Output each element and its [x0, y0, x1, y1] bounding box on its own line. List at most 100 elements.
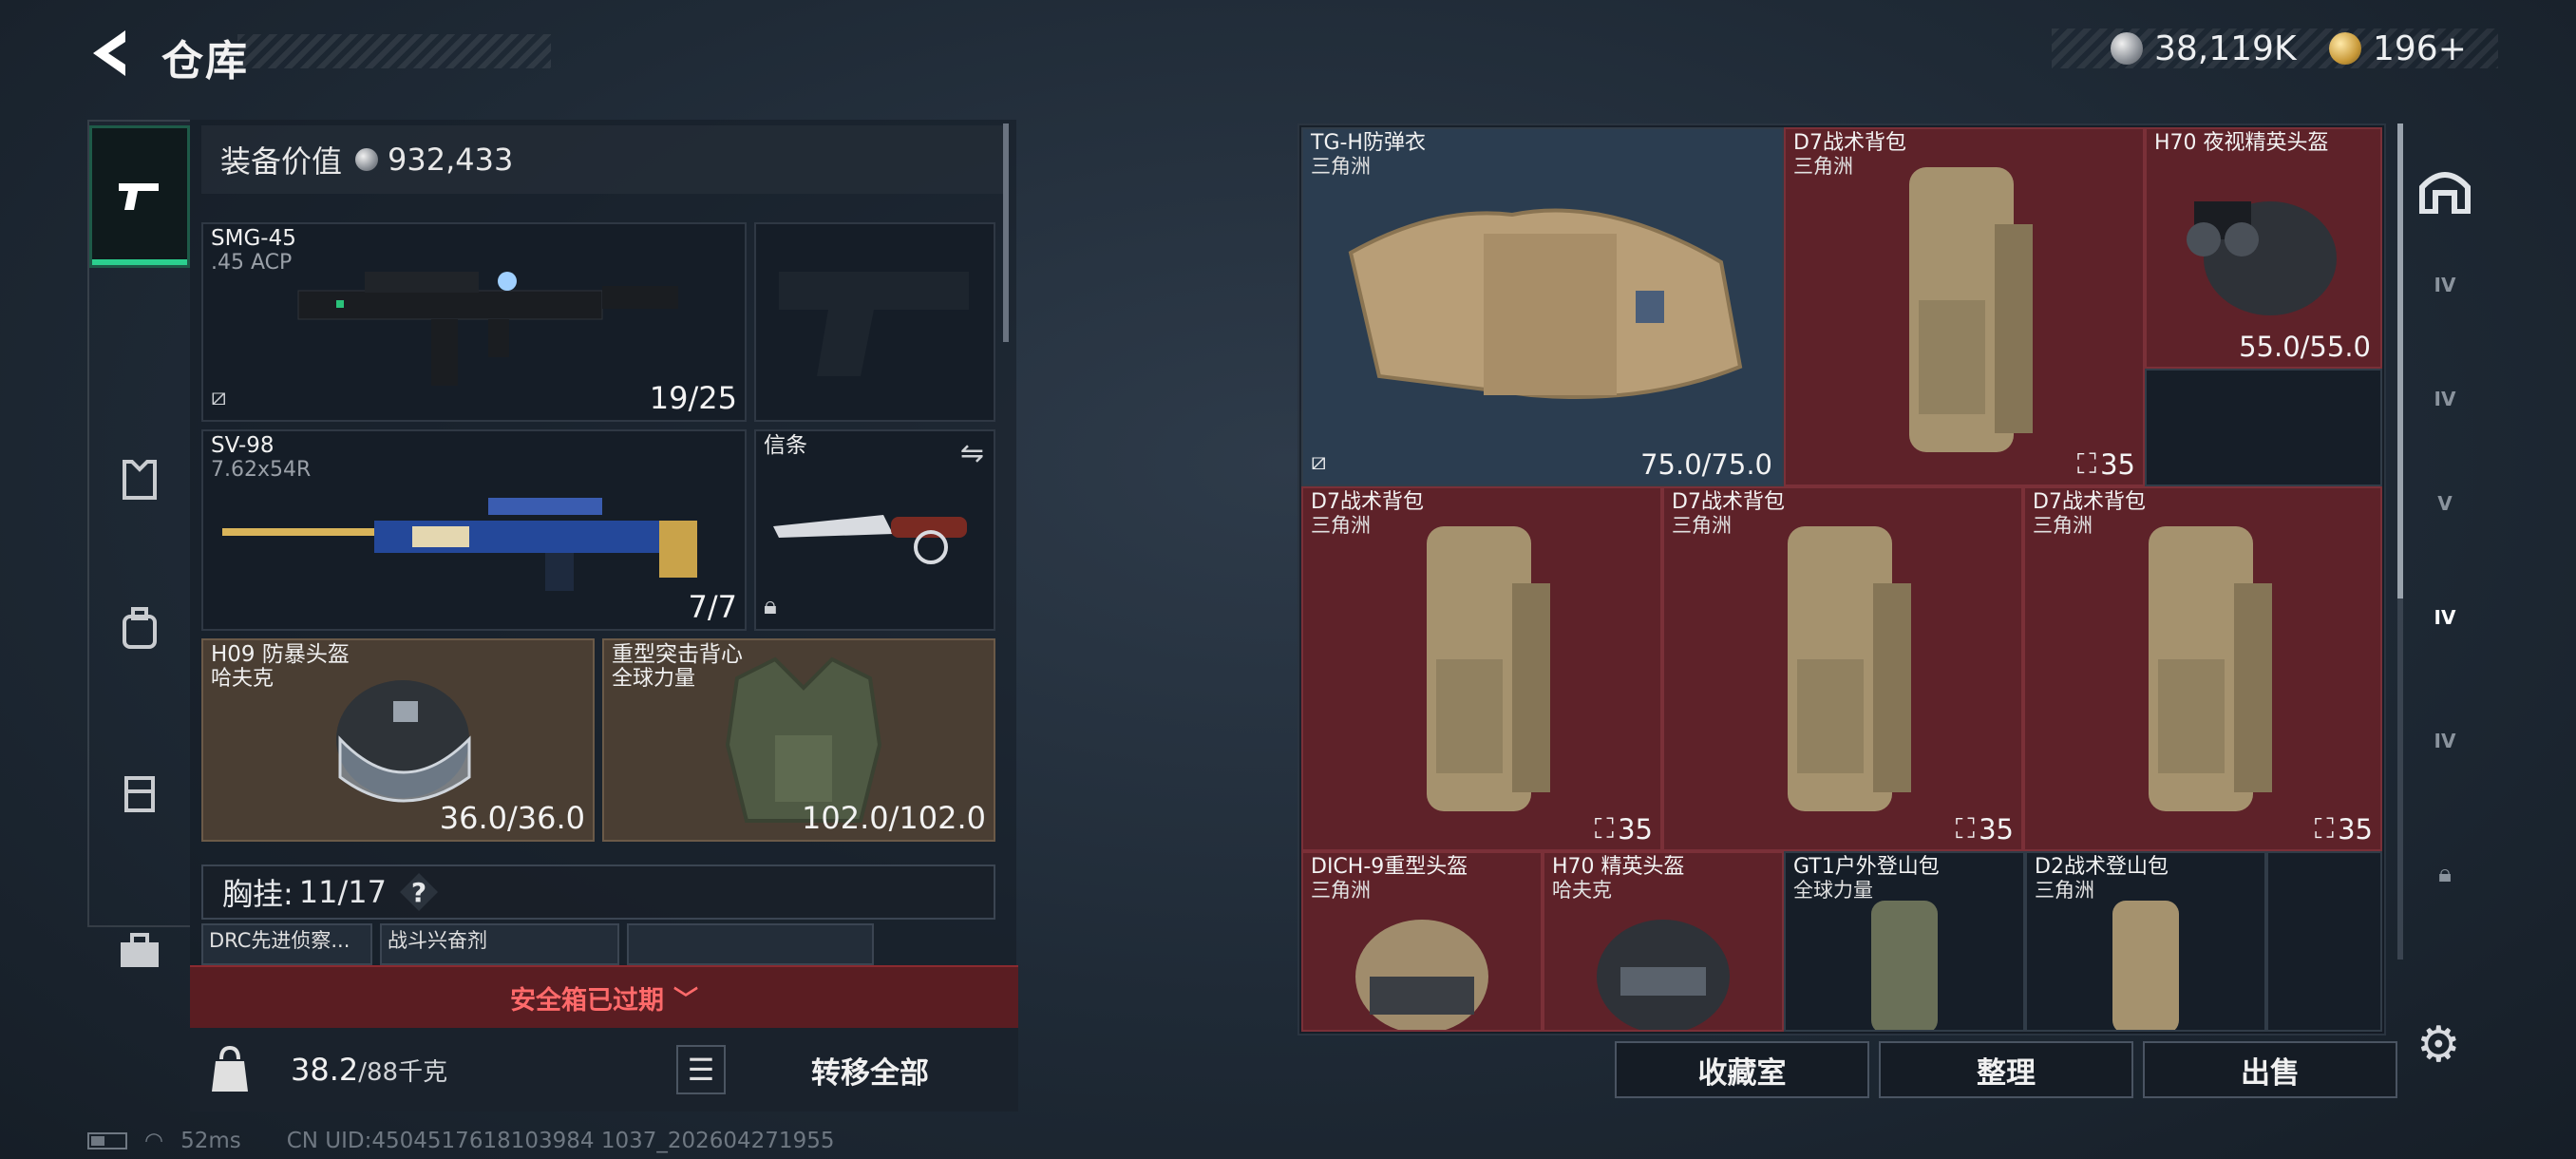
storage-tab-sidebar: IV IV V IV IV 🔒︎	[2407, 124, 2483, 1026]
item-brand: 三角洲	[2035, 879, 2094, 902]
item-capacity-value: 35	[1979, 812, 2014, 846]
item-name: H70 精英头盔	[1552, 855, 1685, 879]
pistol-icon	[119, 183, 159, 210]
chest-rig-capacity: 11/17	[298, 874, 388, 910]
sell-button[interactable]: 出售	[2143, 1041, 2397, 1098]
chest-rig-icon	[124, 776, 155, 812]
settings-button[interactable]: ⚙	[2416, 1016, 2461, 1074]
storage-item[interactable]: DICH-9重型头盔 三角洲	[1301, 851, 1543, 1032]
backpack-image	[2149, 526, 2272, 811]
currency-silver[interactable]: 38,119K	[2111, 28, 2297, 68]
item-capacity: ⛶ 35	[2077, 447, 2135, 481]
storage-tab-label: IV	[2434, 730, 2456, 752]
pistol-placeholder-icon	[779, 272, 969, 376]
storage-tab-label: IV	[2434, 274, 2456, 296]
helmet-brand: 哈夫克	[211, 667, 275, 691]
melee-slot[interactable]: 信条 ⇋ 🔒︎	[754, 429, 995, 631]
item-capacity-value: 35	[2100, 447, 2135, 481]
storage-item[interactable]: H70 夜视精英头盔 55.0/55.0	[2145, 127, 2382, 369]
kettlebell-icon	[212, 1046, 248, 1092]
swap-icon[interactable]: ⇋	[960, 437, 984, 470]
help-icon[interactable]: ?	[400, 873, 439, 911]
weapon-name: SMG-45	[211, 226, 296, 251]
storage-slot-empty[interactable]	[2145, 369, 2382, 486]
smg-image	[297, 272, 678, 386]
storage-item[interactable]: TG-H防弹衣 三角洲 ⧄ 75.0/75.0	[1301, 127, 1784, 486]
secondary-weapon-slot[interactable]: SV-98 7.62x54R 7/7	[201, 429, 747, 631]
back-button[interactable]	[87, 27, 135, 80]
pistol-slot[interactable]	[754, 222, 995, 422]
weapon-ammo-count: 7/7	[688, 589, 738, 625]
list-icon: ☰	[687, 1052, 715, 1088]
item-capacity: ⛶ 35	[2315, 812, 2373, 846]
item-capacity: ⛶ 35	[1595, 812, 1653, 846]
transfer-all-button[interactable]: 转移全部	[747, 1039, 994, 1100]
pouch-item-name: DRC先进侦察...	[209, 929, 350, 952]
pouch-slot-empty[interactable]	[627, 923, 874, 965]
storage-item[interactable]: D7战术背包 三角洲 ⛶ 35	[1301, 486, 1662, 851]
body-armor-slot[interactable]: 重型突击背心 全球力量 102.0/102.0	[602, 638, 995, 842]
primary-weapon-slot[interactable]: SMG-45 .45 ACP ⧄ 19/25	[201, 222, 747, 422]
backpack-image	[1909, 167, 2033, 452]
body-armor-image	[1348, 208, 1743, 399]
storage-item[interactable]: D2战术登山包 三角洲	[2025, 851, 2266, 1032]
storage-item[interactable]: H70 精英头盔 哈夫克	[1543, 851, 1784, 1032]
armor-icon	[123, 460, 157, 500]
page-title: 仓库	[161, 37, 249, 86]
armor-durability: 102.0/102.0	[802, 800, 986, 836]
storage-tab-label: V	[2437, 492, 2453, 515]
equipment-value-row: 装备价值 932,433	[201, 125, 1005, 194]
capacity-icon: ⛶	[1955, 812, 1976, 845]
currency-silver-value: 38,119K	[2154, 28, 2297, 68]
nav-chest-rig[interactable]	[89, 735, 190, 849]
capacity-icon: ⛶	[1594, 812, 1615, 845]
pouch-item[interactable]: DRC先进侦察...	[201, 923, 372, 965]
storage-tab-1[interactable]: IV	[2407, 238, 2483, 332]
helmet-slot[interactable]: H09 防暴头盔 哈夫克 36.0/36.0	[201, 638, 595, 842]
armor-brand: 全球力量	[612, 667, 696, 691]
storage-item[interactable]: D7战术背包 三角洲 ⛶ 35	[1784, 127, 2145, 486]
organize-button[interactable]: 整理	[1879, 1041, 2133, 1098]
storage-slot-empty[interactable]	[2266, 851, 2382, 1032]
weight-max: /88千克	[358, 1058, 448, 1087]
heavy-helmet-image	[1355, 920, 1488, 1030]
chest-rig-label: 胸挂:	[222, 876, 294, 912]
nav-weapons[interactable]	[89, 125, 190, 268]
list-view-button[interactable]: ☰	[676, 1045, 726, 1094]
chest-rig-row[interactable]: 胸挂: 11/17 ?	[201, 864, 995, 920]
backpack-icon	[123, 607, 157, 649]
item-durability: 55.0/55.0	[2239, 331, 2371, 363]
helmet-durability: 36.0/36.0	[439, 800, 585, 836]
item-brand: 三角洲	[1793, 155, 1853, 178]
wifi-icon: ◠	[144, 1129, 164, 1153]
ping-readout: 52ms	[180, 1129, 241, 1153]
storage-tab-locked[interactable]: 🔒︎	[2407, 826, 2483, 922]
weight-current: 38.2	[291, 1052, 359, 1088]
hiking-pack-image	[1871, 901, 1938, 1030]
storage-scrollbar[interactable]	[2397, 124, 2403, 598]
currency-gold[interactable]: 196+	[2329, 28, 2467, 68]
storage-item[interactable]: D7战术背包 三角洲 ⛶ 35	[2023, 486, 2382, 851]
gear-icon: ⚙	[2416, 1016, 2461, 1074]
storage-tab-5[interactable]: IV	[2407, 694, 2483, 788]
storage-tab-2[interactable]: IV	[2407, 352, 2483, 446]
storage-item[interactable]: D7战术背包 三角洲 ⛶ 35	[1662, 486, 2023, 851]
collection-room-button[interactable]: 收藏室	[1615, 1041, 1869, 1098]
status-bar: ◠ 52ms CN UID:4504517618103984 1037_2026…	[87, 1129, 834, 1153]
melee-name: 信条	[764, 433, 807, 458]
pouch-item[interactable]: 战斗兴奋剂	[380, 923, 619, 965]
loadout-scrollbar[interactable]	[1003, 124, 1009, 342]
storage-item[interactable]: GT1户外登山包 全球力量	[1784, 851, 2025, 1032]
nav-case[interactable]	[89, 895, 190, 1009]
storage-tab-all[interactable]	[2407, 142, 2483, 238]
item-capacity: ⛶ 35	[1956, 812, 2014, 846]
title-decoration	[237, 34, 551, 68]
nav-armor[interactable]	[89, 424, 190, 538]
storage-tab-4[interactable]: IV	[2407, 570, 2483, 665]
safe-box-expired-banner[interactable]: 安全箱已过期 ﹀	[190, 965, 1018, 1028]
lock-icon: 🔒︎	[2438, 859, 2452, 888]
item-durability: 75.0/75.0	[1640, 448, 1772, 481]
storage-tab-3[interactable]: V	[2407, 456, 2483, 551]
pouch-item-name: 战斗兴奋剂	[388, 929, 487, 952]
nav-backpack[interactable]	[89, 572, 190, 686]
